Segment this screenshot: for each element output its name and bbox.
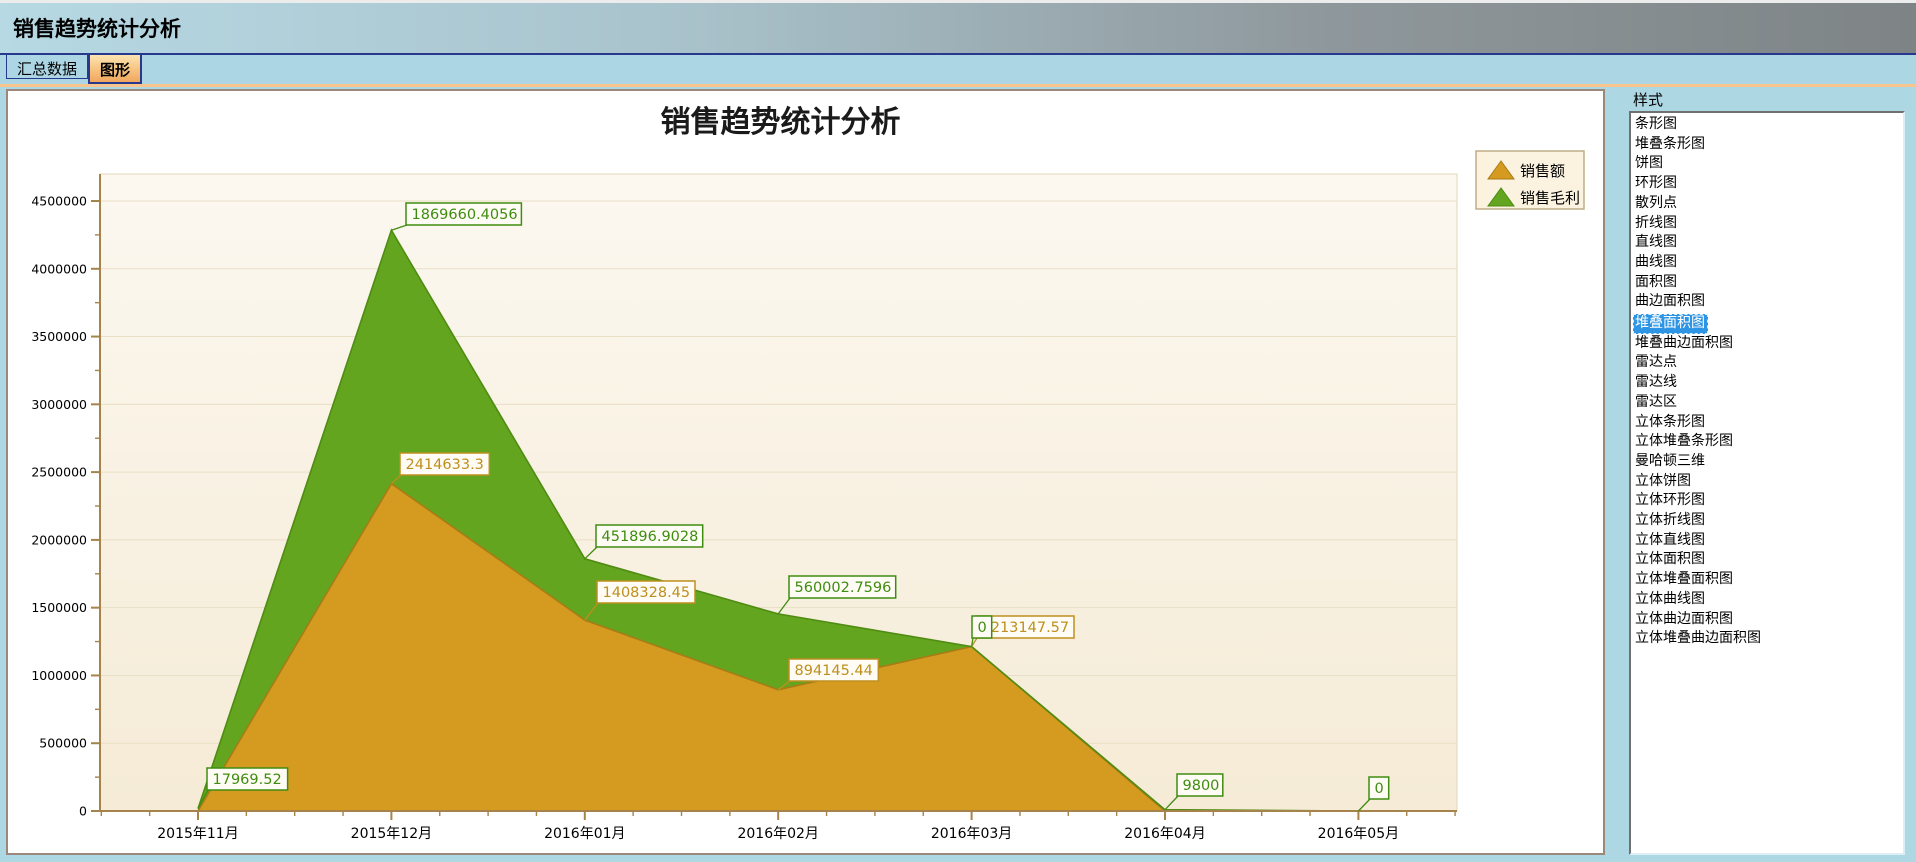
- svg-text:9800: 9800: [1183, 778, 1220, 794]
- y-tick-label: 3500000: [31, 329, 87, 344]
- style-option[interactable]: 条形图: [1633, 115, 1903, 135]
- y-tick-label: 4000000: [31, 261, 87, 276]
- tab-summary-data[interactable]: 汇总数据: [6, 55, 88, 79]
- style-option[interactable]: 立体堆叠条形图: [1633, 432, 1903, 452]
- sales-trend-area-chart: 0 500000 1000000 1500000 2000000 2500000 30000…: [8, 91, 1603, 853]
- style-option[interactable]: 环形图: [1633, 174, 1903, 194]
- style-option[interactable]: 散列点: [1633, 194, 1903, 214]
- style-option[interactable]: 堆叠面积图: [1633, 314, 1708, 334]
- x-tick-label: 2016年01月: [544, 826, 625, 842]
- style-option[interactable]: 立体条形图: [1633, 413, 1903, 433]
- legend-label: 销售毛利: [1520, 189, 1580, 207]
- x-tick-label: 2015年12月: [351, 826, 432, 842]
- svg-text:1408328.45: 1408328.45: [603, 585, 691, 601]
- svg-text:451896.9028: 451896.9028: [602, 529, 699, 545]
- style-option[interactable]: 面积图: [1633, 273, 1903, 293]
- style-option[interactable]: 曲边面积图: [1633, 292, 1903, 312]
- tab-strip: 汇总数据 图形: [0, 53, 1916, 84]
- style-option[interactable]: 雷达点: [1633, 353, 1903, 373]
- svg-text:1869660.4056: 1869660.4056: [412, 207, 518, 223]
- svg-text:560002.7596: 560002.7596: [795, 580, 892, 596]
- style-option[interactable]: 立体环形图: [1633, 491, 1903, 511]
- style-option[interactable]: 折线图: [1633, 214, 1903, 234]
- legend-label: 销售额: [1520, 162, 1565, 180]
- y-tick-label: 4500000: [31, 194, 87, 209]
- main-content: 0 500000 1000000 1500000 2000000 2500000 30000…: [0, 87, 1916, 861]
- svg-text:1213147.57: 1213147.57: [982, 620, 1070, 636]
- y-tick-label: 0: [79, 804, 87, 819]
- y-tick-label: 500000: [39, 736, 87, 751]
- style-option[interactable]: 饼图: [1633, 154, 1903, 174]
- style-option[interactable]: 立体直线图: [1633, 531, 1903, 551]
- chart-panel: 0 500000 1000000 1500000 2000000 2500000 30000…: [6, 89, 1605, 855]
- svg-text:894145.44: 894145.44: [795, 663, 873, 679]
- style-option[interactable]: 直线图: [1633, 233, 1903, 253]
- style-option[interactable]: 雷达线: [1633, 373, 1903, 393]
- style-panel: 样式 条形图堆叠条形图饼图环形图散列点折线图直线图曲线图面积图曲边面积图堆叠面积…: [1629, 89, 1905, 855]
- style-option[interactable]: 堆叠曲边面积图: [1633, 334, 1903, 354]
- svg-text:0: 0: [978, 620, 987, 636]
- style-option[interactable]: 立体面积图: [1633, 550, 1903, 570]
- style-option[interactable]: 曲线图: [1633, 253, 1903, 273]
- x-tick-label: 2016年02月: [737, 826, 818, 842]
- y-tick-label: 2000000: [31, 532, 87, 547]
- x-tick-label: 2016年03月: [931, 826, 1012, 842]
- window-title-bar: 销售趋势统计分析: [0, 0, 1916, 53]
- svg-text:0: 0: [1375, 781, 1384, 797]
- style-option[interactable]: 立体折线图: [1633, 511, 1903, 531]
- y-tick-label: 1000000: [31, 668, 87, 683]
- style-option[interactable]: 曼哈顿三维: [1633, 452, 1903, 472]
- style-option[interactable]: 立体堆叠曲边面积图: [1633, 629, 1903, 649]
- style-panel-label: 样式: [1633, 89, 1905, 109]
- svg-text:17969.52: 17969.52: [213, 772, 282, 788]
- x-tick-label: 2016年05月: [1318, 826, 1399, 842]
- y-tick-label: 2500000: [31, 465, 87, 480]
- style-option[interactable]: 雷达区: [1633, 393, 1903, 413]
- y-tick-label: 1500000: [31, 600, 87, 615]
- style-option[interactable]: 立体曲线图: [1633, 590, 1903, 610]
- legend: 销售额销售毛利: [1476, 151, 1584, 209]
- chart-style-listbox[interactable]: 条形图堆叠条形图饼图环形图散列点折线图直线图曲线图面积图曲边面积图堆叠面积图堆叠…: [1629, 111, 1905, 855]
- x-tick-label: 2015年11月: [157, 826, 238, 842]
- svg-text:2414633.3: 2414633.3: [406, 457, 484, 473]
- style-option[interactable]: 立体堆叠面积图: [1633, 570, 1903, 590]
- style-option[interactable]: 堆叠条形图: [1633, 135, 1903, 155]
- y-tick-label: 3000000: [31, 397, 87, 412]
- x-tick-label: 2016年04月: [1124, 826, 1205, 842]
- style-option[interactable]: 立体饼图: [1633, 472, 1903, 492]
- tab-graph[interactable]: 图形: [88, 55, 142, 84]
- window-title: 销售趋势统计分析: [13, 13, 181, 43]
- style-option[interactable]: 立体曲边面积图: [1633, 610, 1903, 630]
